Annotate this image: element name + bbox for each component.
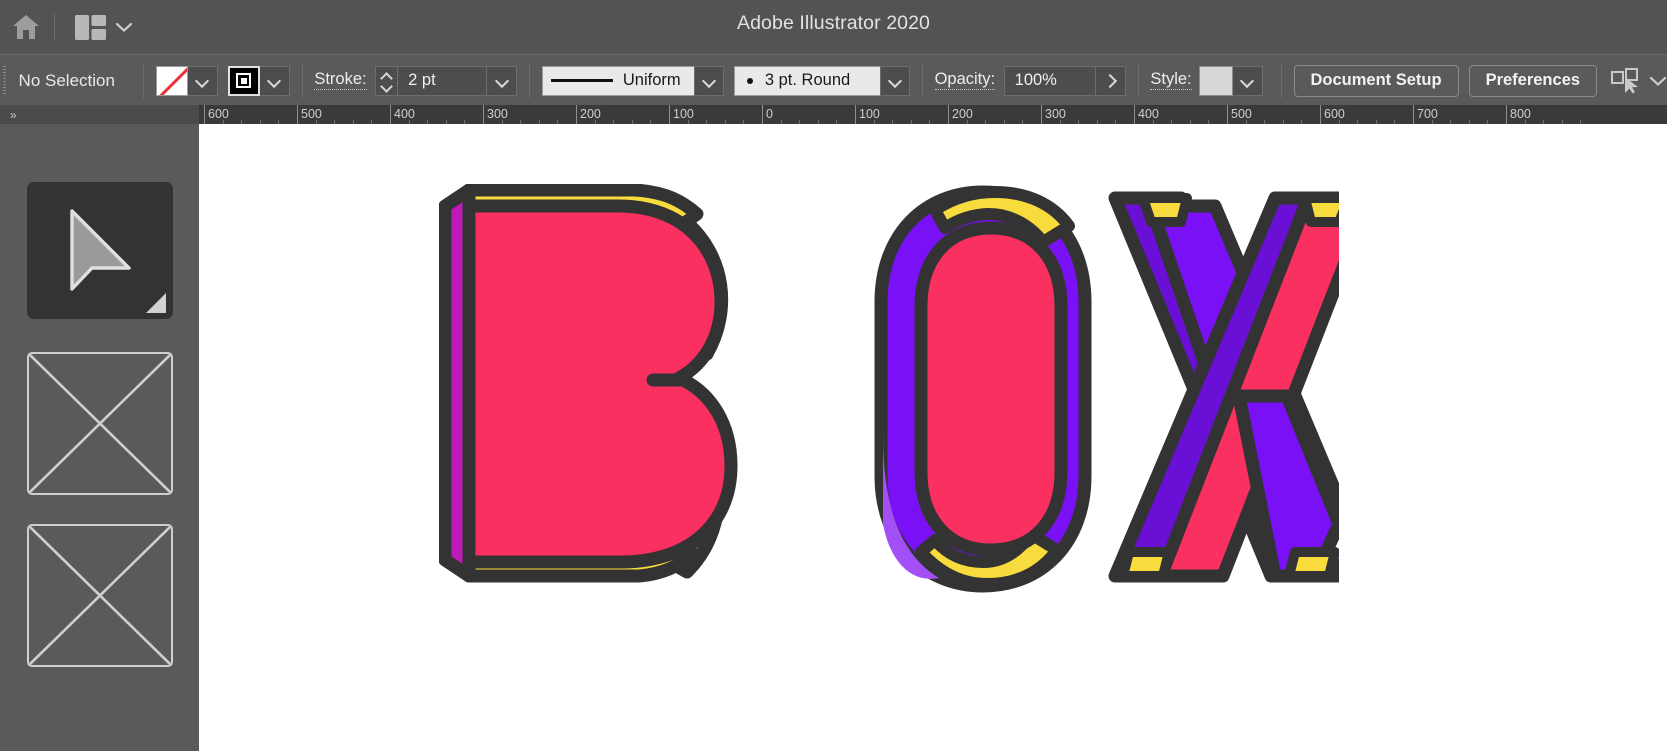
brush-definition-dropdown-button[interactable] [879, 65, 910, 96]
ruler-tick-label: 100 [859, 107, 880, 121]
stroke-dropdown-button[interactable] [259, 65, 290, 96]
stepper-up-icon[interactable] [382, 72, 391, 78]
home-button[interactable] [0, 0, 52, 54]
graphic-style-control[interactable] [1198, 65, 1263, 96]
uniform-profile-icon [550, 79, 613, 82]
ruler-tick-label: 0 [766, 107, 773, 121]
workspace-layout-button[interactable] [69, 11, 139, 44]
stepper-down-icon[interactable] [382, 83, 391, 89]
placeholder-box-icon [29, 526, 171, 665]
stroke-swatch[interactable] [227, 65, 260, 96]
round-brush-icon [746, 77, 753, 84]
stroke-weight-control[interactable]: 2 pt [375, 65, 518, 96]
ruler-panel-expander[interactable]: » [0, 105, 199, 124]
tool-flyout-indicator[interactable] [146, 293, 166, 313]
chevron-down-icon [115, 22, 133, 33]
brush-definition-control[interactable]: 3 pt. Round [733, 65, 910, 96]
stroke-profile-control[interactable]: Uniform [541, 65, 724, 96]
separator [142, 63, 144, 98]
ruler-tick-label: 300 [1045, 107, 1066, 121]
titlebar-divider [54, 13, 55, 41]
chevron-down-icon [195, 73, 210, 88]
ruler-tick-label: 400 [1138, 107, 1159, 121]
stroke-swatch-ring [236, 73, 252, 88]
opacity-input[interactable]: 100% [1003, 65, 1096, 96]
document-setup-button[interactable]: Document Setup [1293, 64, 1459, 97]
stroke-weight-dropdown-button[interactable] [487, 65, 518, 96]
tool-placeholder-1[interactable] [27, 352, 173, 495]
control-bar-grip[interactable] [0, 55, 9, 106]
letter-o[interactable] [874, 185, 1092, 593]
chevron-down-icon [267, 73, 282, 88]
chevron-down-icon [701, 73, 716, 88]
letter-b[interactable] [439, 184, 738, 583]
brush-definition-value: 3 pt. Round [764, 71, 851, 89]
chevron-down-icon [1649, 76, 1667, 86]
fill-swatch[interactable] [155, 65, 188, 96]
ruler-tick-label: 100 [673, 107, 694, 121]
opacity-control[interactable]: 100% [1003, 65, 1126, 96]
select-similar-objects-control[interactable] [1611, 67, 1667, 94]
separator [921, 63, 923, 98]
opacity-flyout-button[interactable] [1095, 65, 1126, 96]
stroke-weight-input[interactable]: 2 pt [397, 65, 488, 96]
letter-x[interactable] [1108, 191, 1339, 583]
ruler-tick-label: 700 [1417, 107, 1438, 121]
placeholder-box-icon [29, 354, 171, 493]
stroke-control[interactable] [227, 65, 290, 96]
ruler-tick-label: 300 [487, 107, 508, 121]
separator [1280, 63, 1282, 98]
graphic-style-label[interactable]: Style: [1150, 71, 1192, 91]
stroke-profile-combo[interactable]: Uniform [541, 65, 694, 96]
selection-tool[interactable] [27, 182, 173, 319]
stroke-weight-stepper[interactable] [375, 65, 398, 96]
separator [529, 63, 530, 98]
horizontal-ruler[interactable]: 700 600 500 400 300 200 100 0 100 200 300 400 500 600… [199, 105, 1667, 124]
chevron-right-icon [1103, 73, 1118, 88]
preferences-button[interactable]: Preferences [1468, 64, 1598, 97]
chevron-down-icon [1240, 73, 1255, 88]
ruler-tick-label: 200 [952, 107, 973, 121]
tools-panel [0, 124, 200, 751]
chevron-down-icon [887, 73, 902, 88]
fill-control[interactable] [155, 65, 218, 96]
separator [301, 63, 303, 98]
graphic-style-dropdown-button[interactable] [1232, 65, 1263, 96]
separator [1137, 63, 1139, 98]
ruler-tick-label: 600 [1324, 107, 1345, 121]
control-bar: No Selection Stroke: 2 pt Uniform 3 pt. … [0, 54, 1667, 107]
artboard-canvas[interactable] [199, 124, 1667, 751]
tool-placeholder-2[interactable] [27, 524, 173, 667]
window-title: Adobe Illustrator 2020 [737, 12, 930, 34]
cursor-arrow-icon [70, 208, 131, 291]
illustrator-window: Adobe Illustrator 2020 No Selection Stro… [0, 0, 1667, 751]
graphic-style-swatch[interactable] [1198, 65, 1233, 96]
ruler-tick-label: 500 [301, 107, 322, 121]
ruler-tick-label: 200 [580, 107, 601, 121]
ruler-tick-label: 500 [1231, 107, 1252, 121]
ruler-tick-label: 400 [394, 107, 415, 121]
stroke-profile-dropdown-button[interactable] [693, 65, 724, 96]
stroke-profile-value: Uniform [622, 71, 681, 89]
horizontal-ruler-row: » 700 600 500 400 300 200 100 0 100 200 300 400 500 6… [0, 105, 1667, 124]
opacity-label[interactable]: Opacity: [934, 71, 996, 91]
brush-definition-combo[interactable]: 3 pt. Round [733, 65, 880, 96]
stroke-weight-label[interactable]: Stroke: [314, 71, 367, 91]
box-lettering-artwork[interactable] [439, 184, 1339, 594]
ruler-tick-label: 800 [1510, 107, 1531, 121]
fill-dropdown-button[interactable] [187, 65, 218, 96]
chevron-down-icon [494, 73, 509, 88]
title-bar: Adobe Illustrator 2020 [0, 0, 1667, 54]
select-similar-objects-icon [1611, 67, 1639, 93]
ruler-tick-label: 600 [208, 107, 229, 121]
home-icon [13, 15, 39, 39]
selection-status: No Selection [18, 70, 115, 90]
layout-switcher-icon [75, 14, 106, 40]
